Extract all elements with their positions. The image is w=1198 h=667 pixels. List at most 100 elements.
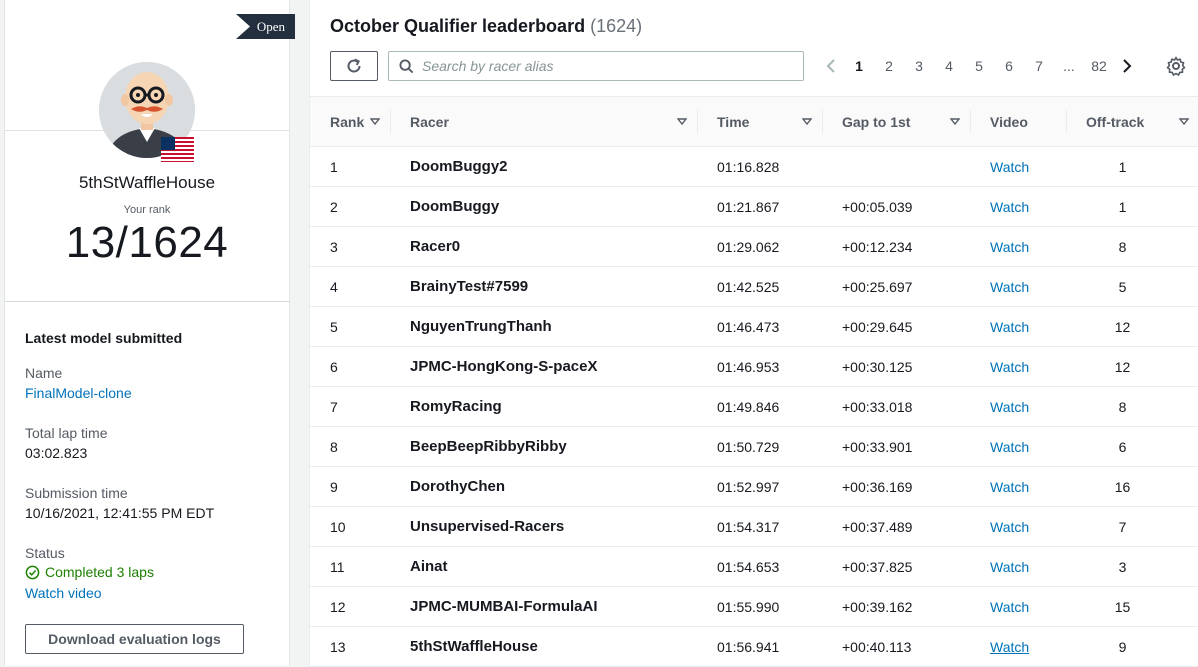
leaderboard-table: Rank Racer Time Gap to 1st Video Off-tra… <box>310 96 1198 667</box>
watch-link[interactable]: Watch <box>990 519 1029 535</box>
watch-link[interactable]: Watch <box>990 439 1029 455</box>
column-separator <box>1066 110 1067 134</box>
column-rank[interactable]: Rank <box>310 96 390 147</box>
column-video-label: Video <box>990 113 1028 130</box>
caret-down-icon <box>370 117 380 125</box>
watch-link[interactable]: Watch <box>990 359 1029 375</box>
table-row: 5 NguyenTrungThanh 01:46.473 +00:29.645 Watc… <box>310 306 1198 347</box>
settings-button[interactable] <box>1165 55 1187 77</box>
cell-gap <box>822 146 970 187</box>
cell-rank: 1 <box>310 146 390 187</box>
cell-video: Watch <box>970 186 1066 227</box>
cell-video: Watch <box>970 386 1066 427</box>
watch-link[interactable]: Watch <box>990 319 1029 335</box>
cell-time: 01:54.653 <box>697 546 822 587</box>
cell-racer: RomyRacing <box>390 386 697 427</box>
page-82[interactable]: 82 <box>1084 58 1114 74</box>
cell-video: Watch <box>970 146 1066 187</box>
cell-time: 01:55.990 <box>697 586 822 627</box>
cell-time: 01:46.953 <box>697 346 822 387</box>
table-row: 2 DoomBuggy 01:21.867 +00:05.039 Watch 1 <box>310 186 1198 227</box>
download-logs-button[interactable]: Download evaluation logs <box>25 624 244 654</box>
page-1[interactable]: 1 <box>844 58 874 74</box>
cell-offtrack: 3 <box>1066 546 1198 587</box>
page-5[interactable]: 5 <box>964 58 994 74</box>
pagination: 1 2 3 4 5 6 7 ... 82 <box>818 52 1140 80</box>
cell-offtrack: 8 <box>1066 386 1198 427</box>
cell-offtrack: 8 <box>1066 226 1198 267</box>
page-2[interactable]: 2 <box>874 58 904 74</box>
watch-link[interactable]: Watch <box>990 159 1029 175</box>
prev-page-button[interactable] <box>818 52 844 80</box>
cell-racer: DoomBuggy2 <box>390 146 697 187</box>
chevron-right-icon <box>1123 59 1132 73</box>
cell-gap: +00:37.489 <box>822 506 970 547</box>
page-4[interactable]: 4 <box>934 58 964 74</box>
watch-link[interactable]: Watch <box>990 199 1029 215</box>
caret-down-icon <box>677 117 687 125</box>
column-gap[interactable]: Gap to 1st <box>822 96 970 147</box>
refresh-icon <box>347 58 361 73</box>
watch-link[interactable]: Watch <box>990 599 1029 615</box>
watch-link[interactable]: Watch <box>990 279 1029 295</box>
table-row: 8 BeepBeepRibbyRibby 01:50.729 +00:33.901 Wa… <box>310 426 1198 467</box>
cell-video: Watch <box>970 426 1066 467</box>
cell-rank: 5 <box>310 306 390 347</box>
watch-link[interactable]: Watch <box>990 559 1029 575</box>
cell-offtrack: 6 <box>1066 426 1198 467</box>
cell-video: Watch <box>970 226 1066 267</box>
watch-link[interactable]: Watch <box>990 399 1029 415</box>
column-separator <box>697 110 698 134</box>
page-6[interactable]: 6 <box>994 58 1024 74</box>
column-offtrack[interactable]: Off-track <box>1066 96 1198 147</box>
column-video: Video <box>970 96 1066 147</box>
cell-video: Watch <box>970 586 1066 627</box>
watch-link[interactable]: Watch <box>990 239 1029 255</box>
model-card: Latest model submitted Name FinalModel-c… <box>4 302 290 666</box>
cell-racer: DoomBuggy <box>390 186 697 227</box>
next-page-button[interactable] <box>1114 52 1140 80</box>
column-gap-label: Gap to 1st <box>842 113 911 130</box>
table-row: 9 DorothyChen 01:52.997 +00:36.169 Watch 16 <box>310 466 1198 507</box>
cell-time: 01:52.997 <box>697 466 822 507</box>
cell-offtrack: 7 <box>1066 506 1198 547</box>
page-ellipsis: ... <box>1063 58 1075 74</box>
cell-offtrack: 12 <box>1066 306 1198 347</box>
cell-rank: 3 <box>310 226 390 267</box>
cell-gap: +00:12.234 <box>822 226 970 267</box>
cell-offtrack: 15 <box>1066 586 1198 627</box>
cell-offtrack: 1 <box>1066 186 1198 227</box>
cell-time: 01:21.867 <box>697 186 822 227</box>
column-offtrack-label: Off-track <box>1086 113 1145 130</box>
us-flag-icon <box>161 137 194 162</box>
racer-name: 5thStWaffleHouse <box>78 173 216 192</box>
search-icon <box>399 58 414 73</box>
chevron-left-icon <box>826 59 835 73</box>
rank-label: Your rank <box>123 204 171 216</box>
cell-racer: BeepBeepRibbyRibby <box>390 426 697 467</box>
model-name-link[interactable]: FinalModel-clone <box>25 385 132 401</box>
table-row: 1 DoomBuggy2 01:16.828 Watch 1 <box>310 146 1198 187</box>
gear-icon <box>1166 56 1186 76</box>
page-7[interactable]: 7 <box>1024 58 1054 74</box>
page-3[interactable]: 3 <box>904 58 934 74</box>
cell-time: 01:46.473 <box>697 306 822 347</box>
column-time[interactable]: Time <box>697 96 822 147</box>
cell-time: 01:56.941 <box>697 626 822 667</box>
cell-rank: 4 <box>310 266 390 307</box>
watch-video-link[interactable]: Watch video <box>25 585 102 601</box>
table-row: 12 JPMC-MUMBAI-FormulaAI 01:55.990 +00:39.1… <box>310 586 1198 627</box>
cell-video: Watch <box>970 466 1066 507</box>
column-racer[interactable]: Racer <box>390 96 697 147</box>
cell-gap: +00:33.018 <box>822 386 970 427</box>
cell-video: Watch <box>970 546 1066 587</box>
refresh-button[interactable] <box>330 51 378 81</box>
watch-link[interactable]: Watch <box>990 479 1029 495</box>
watch-link[interactable]: Watch <box>990 639 1029 655</box>
model-card-title: Latest model submitted <box>25 330 183 346</box>
cell-rank: 10 <box>310 506 390 547</box>
column-time-label: Time <box>717 113 750 130</box>
status-text: Completed 3 laps <box>45 564 154 580</box>
search-input[interactable] <box>422 58 792 74</box>
cell-rank: 9 <box>310 466 390 507</box>
